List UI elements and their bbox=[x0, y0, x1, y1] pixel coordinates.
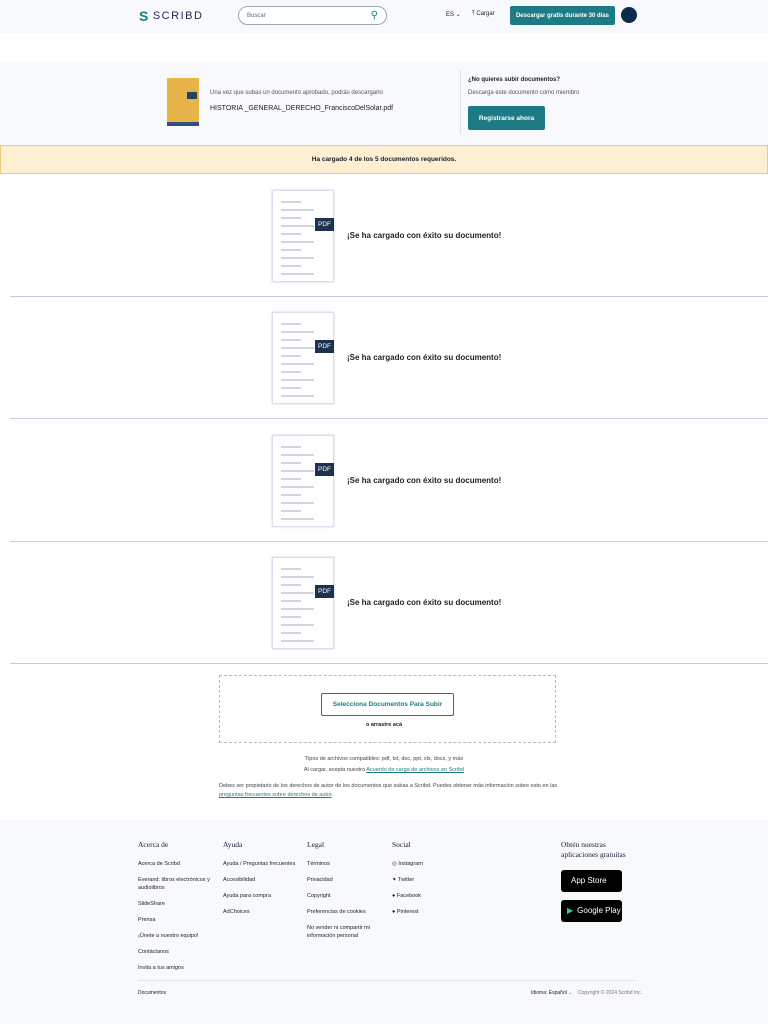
app-store-badge[interactable]: App Store bbox=[561, 870, 622, 892]
document-filename: HISTORIA _GENERAL_DERECHO_FranciscoDelSo… bbox=[210, 105, 394, 112]
uploaded-document-row: PDF ¡Se ha cargado con éxito su documento… bbox=[10, 174, 768, 297]
top-nav: S SCRIBD Buscar ⚲ ES ⌄ ⤒ Cargar Descargar … bbox=[0, 0, 768, 33]
footer-apps: Obtén nuestras aplicaciones gratuitas Ap… bbox=[561, 840, 641, 930]
footer-link[interactable]: Copyright bbox=[307, 892, 382, 900]
footer-divider bbox=[138, 980, 636, 981]
upload-link[interactable]: ⤒ Cargar bbox=[472, 11, 495, 18]
twitter-link[interactable]: ✦ Twitter bbox=[392, 876, 472, 884]
upload-hint: Una vez que subas un documento aprobado,… bbox=[210, 90, 383, 96]
play-icon: ▶ bbox=[567, 906, 574, 915]
facebook-icon: ● bbox=[392, 893, 396, 899]
document-thumbnail: PDF bbox=[272, 312, 334, 405]
footer-link[interactable]: Términos bbox=[307, 860, 382, 868]
footer-about: Acerca de Acerca de Scribd Everand: libr… bbox=[138, 840, 218, 980]
footer-link[interactable]: Contáctanos bbox=[138, 948, 218, 956]
footer-legal: Legal Términos Privacidad Copyright Pref… bbox=[307, 840, 382, 948]
member-download-text: Descarga este documento como miembro bbox=[468, 90, 580, 96]
footer-link[interactable]: Prensa bbox=[138, 916, 218, 924]
scribd-logo[interactable]: S SCRIBD bbox=[139, 8, 203, 24]
instagram-link[interactable]: ◎ Instagram bbox=[392, 860, 472, 868]
footer-link[interactable]: Ayuda para compra bbox=[223, 892, 303, 900]
uploaded-document-row: PDF ¡Se ha cargado con éxito su documento… bbox=[10, 296, 768, 420]
footer-link[interactable]: No vender ni compartir mi información pe… bbox=[307, 924, 382, 940]
upload-success-message: ¡Se ha cargado con éxito su documento! bbox=[347, 475, 502, 485]
divider bbox=[460, 70, 461, 134]
footer-social: Social ◎ Instagram ✦ Twitter ● Facebook … bbox=[392, 840, 472, 924]
facebook-link[interactable]: ● Facebook bbox=[392, 892, 472, 900]
footer-link[interactable]: ¡Únete a nuestro equipo! bbox=[138, 932, 218, 940]
google-play-badge[interactable]: ▶ Google Play bbox=[561, 900, 622, 922]
footer-link[interactable]: Acerca de Scribd bbox=[138, 860, 218, 868]
select-documents-button[interactable]: Selecciona Documentos Para Subir bbox=[321, 693, 454, 716]
document-thumbnail: PDF bbox=[272, 434, 334, 527]
copyright-note: Debes ser propietario de los derechos de… bbox=[219, 783, 558, 798]
agreement-note: Al cargar, acepta nuestro Acuerdo de car… bbox=[303, 767, 465, 773]
footer-help: Ayuda Ayuda / Preguntas frecuentes Acces… bbox=[223, 840, 303, 924]
language-selector[interactable]: Idioma: Español ⌄ bbox=[531, 990, 572, 996]
footer-link[interactable]: Accesibilidad bbox=[223, 876, 303, 884]
upload-success-message: ¡Se ha cargado con éxito su documento! bbox=[347, 353, 502, 363]
copyright: Copyright © 2024 Scribd Inc. bbox=[578, 990, 642, 996]
footer-link[interactable]: SlideShare bbox=[138, 900, 218, 908]
scribd-logo-icon: S bbox=[139, 8, 150, 24]
uploaded-document-row: PDF ¡Se ha cargado con éxito su documento… bbox=[10, 541, 768, 664]
document-cover-thumbnail bbox=[167, 78, 199, 126]
pinterest-link[interactable]: ● Pinterest bbox=[392, 908, 472, 916]
register-button[interactable]: Registrarse ahora bbox=[468, 106, 545, 130]
footer-link[interactable]: Ayuda / Preguntas frecuentes bbox=[223, 860, 303, 868]
pdf-badge: PDF bbox=[315, 340, 334, 354]
pinterest-icon: ● bbox=[392, 909, 396, 915]
document-thumbnail: PDF bbox=[272, 556, 334, 649]
drag-hint: o arrastre acá bbox=[365, 722, 403, 728]
documents-link[interactable]: Documentos bbox=[138, 990, 166, 996]
footer: Acerca de Acerca de Scribd Everand: libr… bbox=[0, 820, 768, 1024]
footer-link[interactable]: AdChoices bbox=[223, 908, 303, 916]
upload-progress-banner: Ha cargado 4 de los 5 documentos requeri… bbox=[0, 145, 768, 174]
pdf-badge: PDF bbox=[315, 462, 334, 476]
pdf-badge: PDF bbox=[315, 218, 334, 231]
upload-success-message: ¡Se ha cargado con éxito su documento! bbox=[347, 597, 502, 607]
download-info-panel bbox=[0, 62, 768, 145]
free-trial-button[interactable]: Descargar gratis durante 30 días bbox=[510, 6, 615, 25]
footer-link[interactable]: Invita a tus amigos bbox=[138, 964, 218, 972]
avatar[interactable] bbox=[621, 7, 637, 23]
instagram-icon: ◎ bbox=[392, 861, 397, 867]
twitter-icon: ✦ bbox=[392, 877, 397, 883]
upload-success-message: ¡Se ha cargado con éxito su documento! bbox=[347, 231, 502, 240]
footer-link[interactable]: Preferencias de cookies bbox=[307, 908, 382, 916]
footer-link[interactable]: Everand: libros electrónicos y audiolibr… bbox=[138, 876, 218, 892]
pdf-badge: PDF bbox=[315, 584, 334, 598]
language-dropdown[interactable]: ES ⌄ bbox=[446, 11, 461, 18]
search-input[interactable]: Buscar ⚲ bbox=[238, 6, 387, 25]
footer-link[interactable]: Privacidad bbox=[307, 876, 382, 884]
document-thumbnail: PDF bbox=[272, 190, 334, 282]
uploaded-document-row: PDF ¡Se ha cargado con éxito su documento… bbox=[10, 419, 768, 542]
upload-agreement-link[interactable]: Acuerdo de carga de archivos en Scribd bbox=[366, 767, 464, 773]
upload-icon: ⤒ bbox=[472, 11, 475, 17]
copyright-faq-link[interactable]: preguntas frecuentes sobre derechos de a… bbox=[219, 792, 332, 798]
search-icon[interactable]: ⚲ bbox=[371, 10, 378, 21]
file-types-note: Tipos de archivos compatibles: pdf, txt,… bbox=[304, 756, 464, 762]
no-upload-question: ¿No quieres subir documentos? bbox=[468, 77, 561, 83]
